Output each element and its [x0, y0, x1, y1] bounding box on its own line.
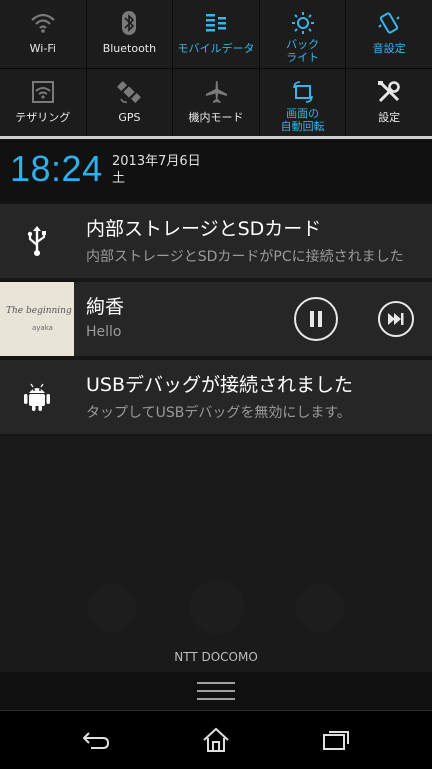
drag-handle[interactable] [0, 672, 432, 710]
tile-gps[interactable]: GPS [87, 69, 174, 137]
rotate-icon [292, 81, 313, 103]
album-art-subtitle: ayaka [32, 324, 53, 332]
clock-time: 18:24 [10, 148, 103, 189]
airplane-icon [205, 81, 227, 103]
mobile-data-icon [205, 14, 226, 32]
tile-bluetooth-label: Bluetooth [102, 42, 157, 55]
date-text: 2013年7月6日 [112, 154, 201, 169]
notification-text: 内部ストレージとSDカードがPCに接続されました [86, 249, 404, 265]
carrier-label: NTT DOCOMO [174, 650, 258, 664]
weekday-text: 土 [112, 171, 126, 186]
tile-settings-label: 設定 [378, 111, 401, 124]
tile-settings[interactable]: 設定 [346, 69, 432, 137]
album-art: The beginning ayaka [0, 282, 74, 356]
quick-settings-panel: Wi-Fi Bluetooth モバイルデータ バック ライト 音設定 テザリン… [0, 0, 432, 138]
skip-next-icon [388, 313, 404, 325]
notification-usb-storage[interactable]: 内部ストレージとSDカード 内部ストレージとSDカードがPCに接続されました [0, 204, 432, 278]
tile-tethering[interactable]: テザリング [0, 69, 87, 137]
tile-airplane-label: 機内モード [188, 111, 244, 124]
quick-settings-row-1: Wi-Fi Bluetooth モバイルデータ バック ライト 音設定 [0, 0, 432, 68]
tile-mobile-data[interactable]: モバイルデータ [173, 0, 260, 68]
quick-settings-row-2: テザリング GPS 機内モード 画面の 自動回転 設定 [0, 68, 432, 137]
ghost-next-control [296, 584, 344, 632]
tile-auto-rotate[interactable]: 画面の 自動回転 [260, 69, 347, 137]
album-art-title: The beginning [6, 306, 72, 316]
home-icon [203, 727, 229, 752]
tile-bluetooth[interactable]: Bluetooth [87, 0, 174, 68]
gps-satellite-icon [117, 81, 142, 103]
tile-gps-label: GPS [118, 111, 141, 124]
tile-mobile-data-label: モバイルデータ [177, 42, 255, 55]
tile-wifi[interactable]: Wi-Fi [0, 0, 87, 68]
track-artist: 絢香 [86, 296, 125, 318]
navigation-bar [0, 710, 432, 769]
usb-icon [0, 204, 74, 278]
notification-title: 内部ストレージとSDカード [86, 218, 322, 240]
back-icon [82, 732, 110, 749]
tile-airplane[interactable]: 機内モード [173, 69, 260, 137]
track-title: Hello [86, 324, 122, 340]
wifi-icon [31, 13, 55, 33]
clock-date: 2013年7月6日 土 [112, 153, 201, 187]
recent-apps-icon [323, 731, 349, 750]
notification-text: タップしてUSBデバッグを無効にします。 [86, 405, 351, 421]
home-button[interactable] [196, 725, 236, 755]
notification-title: USBデバッグが接続されました [86, 374, 354, 396]
tile-backlight[interactable]: バック ライト [260, 0, 347, 68]
android-icon [0, 360, 74, 434]
back-button[interactable] [76, 725, 116, 755]
tile-sound-label: 音設定 [372, 42, 406, 55]
next-track-button[interactable] [378, 301, 414, 337]
ghost-prev-control [88, 584, 136, 632]
tools-icon [378, 81, 400, 103]
bluetooth-icon [122, 11, 137, 35]
drag-handle-icon [197, 682, 235, 700]
tile-sound[interactable]: 音設定 [346, 0, 432, 68]
notification-usb-debugging[interactable]: USBデバッグが接続されました タップしてUSBデバッグを無効にします。 [0, 360, 432, 434]
tile-wifi-label: Wi-Fi [29, 42, 56, 55]
quick-settings-divider [0, 136, 432, 139]
notification-music-player[interactable]: The beginning ayaka 絢香 Hello [0, 282, 432, 356]
ghost-play-control [190, 580, 244, 634]
tile-auto-rotate-label: 画面の 自動回転 [280, 107, 325, 133]
vibrate-icon [378, 12, 400, 34]
pause-button[interactable] [294, 297, 338, 341]
recent-apps-button[interactable] [316, 725, 356, 755]
brightness-icon [291, 12, 314, 34]
pause-icon [310, 311, 322, 327]
lockscreen-background [0, 436, 432, 672]
tile-tethering-label: テザリング [15, 111, 71, 124]
tethering-icon [31, 81, 54, 103]
tile-backlight-label: バック ライト [286, 38, 320, 64]
